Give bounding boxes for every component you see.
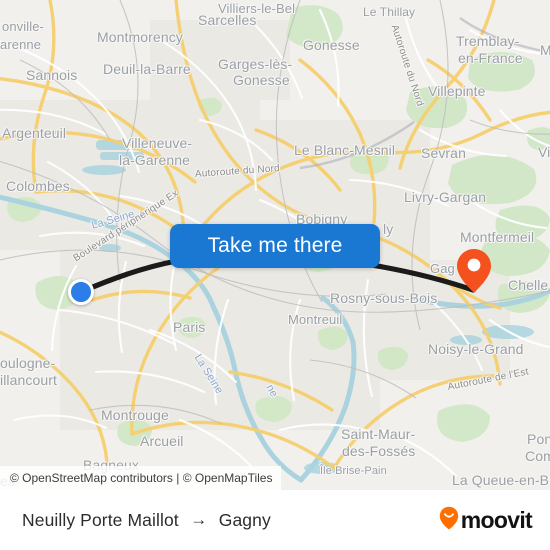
trip-origin-label: Neuilly Porte Maillot [22, 509, 179, 530]
arrow-right-icon: → [190, 510, 208, 529]
trip-footer: Neuilly Porte Maillot → Gagny moovit [0, 490, 550, 550]
origin-marker[interactable] [68, 279, 94, 305]
moovit-wordmark: moovit [460, 506, 533, 533]
map-attribution[interactable]: © OpenStreetMap contributors | © OpenMap… [0, 466, 282, 490]
take-me-there-button[interactable]: Take me there [170, 224, 380, 268]
moovit-pin-icon [439, 506, 459, 535]
moovit-trip-map-screen: Villiers-le-Bel Le Thillay onville- Montmor… [0, 0, 550, 550]
trip-destination-label: Gagny [218, 509, 271, 530]
map-canvas[interactable]: Villiers-le-Bel Le Thillay onville- Montmor… [0, 0, 550, 490]
moovit-logo[interactable]: moovit [439, 506, 533, 535]
destination-pin-icon[interactable] [456, 248, 492, 294]
trip-summary: Neuilly Porte Maillot → Gagny [22, 510, 271, 531]
